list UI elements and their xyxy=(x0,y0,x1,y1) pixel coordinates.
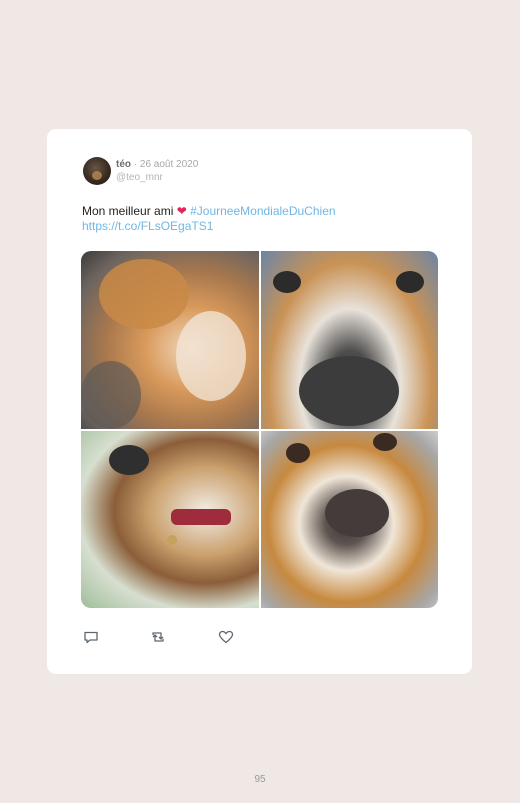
beagle-face-photo[interactable] xyxy=(261,431,438,608)
retweet-icon xyxy=(152,632,164,642)
beagle-nose-closeup-photo[interactable] xyxy=(261,251,438,429)
tweet-meta: téo · 26 août 2020 xyxy=(116,159,198,171)
tweet-text-body: Mon meilleur ami xyxy=(82,204,174,218)
tweet-text: Mon meilleur ami ❤ #JourneeMondialeDuChi… xyxy=(82,204,442,234)
tweet-date[interactable]: 26 août 2020 xyxy=(140,159,198,170)
author-handle[interactable]: @teo_mnr xyxy=(116,172,163,183)
heart-emoji-icon: ❤ xyxy=(176,204,187,218)
reply-icon xyxy=(84,631,98,644)
sleeping-beagle-photo[interactable] xyxy=(81,251,259,429)
hashtag-link[interactable]: #JourneeMondialeDuChien xyxy=(190,204,335,218)
like-heart-icon xyxy=(218,630,234,644)
beagle-profile-collar-photo[interactable] xyxy=(81,431,259,608)
tweet-actions xyxy=(83,629,283,645)
tweet-card: téo · 26 août 2020 @teo_mnr Mon meilleur… xyxy=(47,129,472,674)
author-name[interactable]: téo xyxy=(116,159,131,170)
retweet-button[interactable] xyxy=(150,629,166,645)
photo-grid xyxy=(81,251,438,608)
meta-separator: · xyxy=(133,159,138,170)
like-button[interactable] xyxy=(218,629,234,645)
reply-button[interactable] xyxy=(83,629,99,645)
avatar[interactable] xyxy=(83,157,111,185)
tweet-url-link[interactable]: https://t.co/FLsOEgaTS1 xyxy=(82,219,213,233)
page-number: 95 xyxy=(254,774,266,785)
